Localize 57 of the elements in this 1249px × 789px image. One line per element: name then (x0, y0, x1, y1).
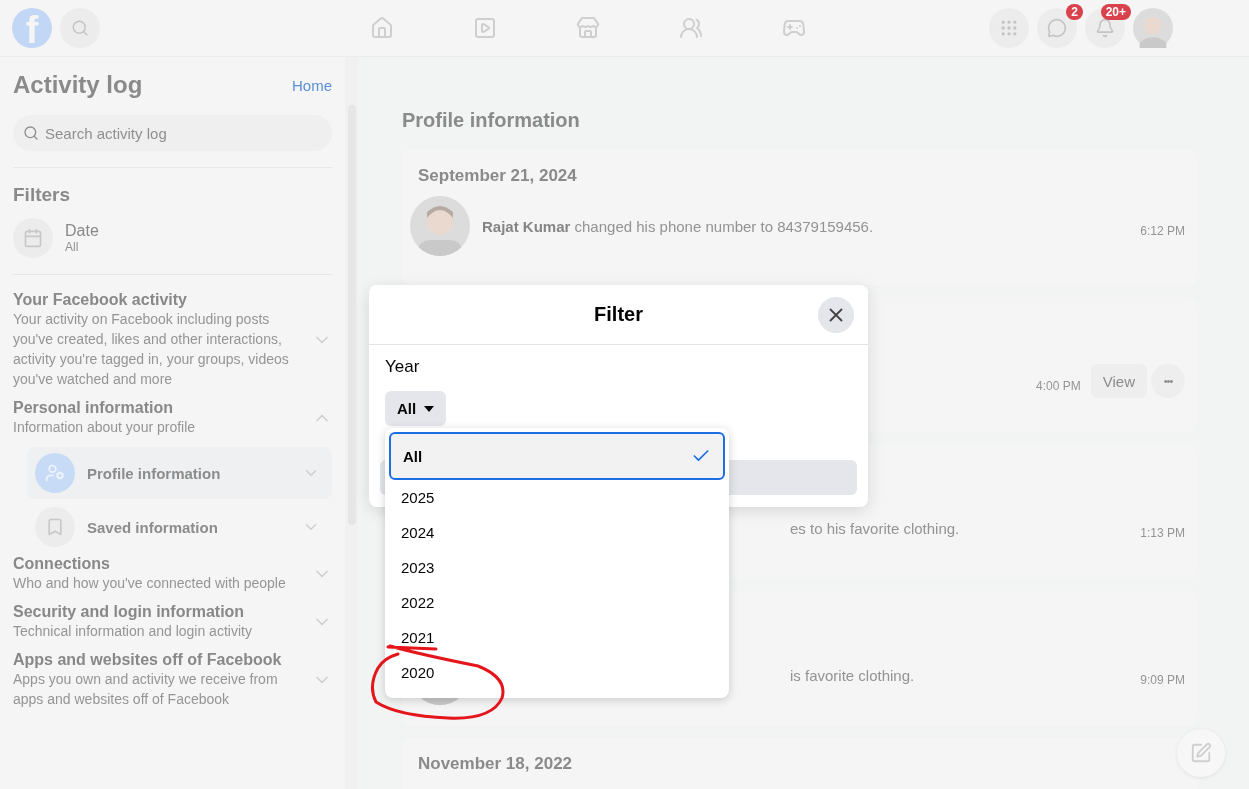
bell-icon (1095, 18, 1115, 38)
compose-icon (1190, 742, 1212, 764)
home-icon[interactable] (370, 16, 394, 40)
search-button[interactable] (60, 8, 100, 48)
section-heading: Profile information (402, 109, 581, 132)
category-title[interactable]: Your Facebook activity (13, 291, 303, 309)
subcategory-item[interactable]: Saved information (27, 505, 332, 549)
activity-date: September 21, 2024 (418, 166, 578, 186)
people-icon[interactable] (679, 16, 703, 40)
bookmark-icon (35, 507, 75, 547)
year-option[interactable]: All (389, 432, 725, 480)
category-title[interactable]: Security and login information (13, 603, 303, 621)
grid-icon (999, 18, 1019, 38)
category-description: Technical information and login activity (13, 622, 253, 641)
caret-icon (424, 405, 435, 412)
activity-time: 6:12 PM (1140, 223, 1185, 238)
filter-label[interactable]: Date (65, 222, 99, 240)
category-description: Your activity on Facebook including posts you've created, likes and other interactions, activity you're tagged in, your groups, videos you've watched and more (13, 310, 290, 389)
activity-date: November 18, 2022 (418, 754, 574, 774)
activity-text: es to his favorite clothing. (790, 519, 960, 537)
messenger-button[interactable] (1037, 8, 1077, 48)
category-title[interactable]: Apps and websites off of Facebook (13, 651, 303, 669)
activity-text: Rajat Kumar changed his phone number to 84379159456. (482, 217, 874, 235)
section-heading: Filters (13, 184, 72, 206)
view-button[interactable]: View (1090, 364, 1147, 398)
compose-button[interactable] (1177, 729, 1225, 777)
video-icon[interactable] (473, 16, 497, 40)
subcategory-item[interactable]: Profile information (27, 447, 332, 499)
filter-value: All (65, 240, 80, 254)
search-icon (23, 125, 39, 141)
field-label: Year (385, 357, 420, 377)
activity-time: 4:00 PM (1036, 378, 1081, 393)
category-description: Information about your profile (13, 418, 197, 437)
chat-bubble-icon (1047, 18, 1067, 38)
close-button[interactable] (818, 297, 854, 333)
more-button[interactable]: ••• (1151, 364, 1185, 398)
category-title[interactable]: Connections (13, 555, 303, 573)
activity-time: 9:09 PM (1140, 672, 1185, 687)
notification-badge: 20+ (1100, 4, 1131, 20)
store-icon[interactable] (576, 16, 600, 40)
search-icon (71, 19, 89, 37)
category-title[interactable]: Personal information (13, 399, 303, 417)
notification-badge: 2 (1066, 4, 1083, 20)
user-gear-icon (35, 453, 75, 493)
category-description: Who and how you've connected with people (13, 574, 287, 593)
avatar[interactable] (1133, 8, 1173, 48)
calendar-icon[interactable] (13, 218, 53, 258)
activity-text: is favorite clothing. (790, 666, 915, 684)
page-title: Activity log (13, 71, 143, 99)
year-select[interactable]: All (385, 391, 447, 426)
home-link[interactable]: Home (292, 76, 332, 94)
category-description: Apps you own and activity we receive from apps and websites off of Facebook (13, 670, 279, 709)
activity-time: 1:13 PM (1140, 525, 1185, 540)
menu-button[interactable] (989, 8, 1029, 48)
search-field[interactable]: Search activity log (13, 115, 332, 151)
notifications-button[interactable] (1085, 8, 1125, 48)
dialog-title: Filter (594, 303, 643, 326)
